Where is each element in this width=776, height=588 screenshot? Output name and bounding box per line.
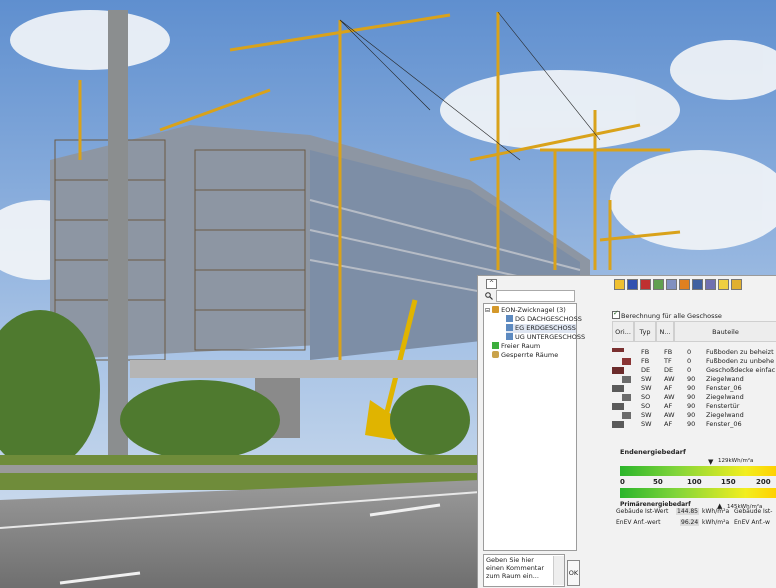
col-header-typ[interactable]: Typ bbox=[634, 321, 656, 342]
tree-locked-rooms[interactable]: Gesperrte Räume bbox=[492, 351, 558, 360]
table-row[interactable]: SO AW 90 Ziegelwand bbox=[612, 393, 776, 402]
col-header-ori[interactable]: Ori... bbox=[612, 321, 634, 342]
table-row[interactable]: FB FB 0 Fußboden zu beheizt bbox=[612, 348, 776, 357]
screenshot: ^ ⊟ EON-Zwicknagel (3) DG DACHGESCHOSS E… bbox=[0, 0, 776, 588]
component-icon bbox=[622, 376, 631, 383]
component-icon bbox=[622, 412, 631, 419]
comment-scrollbar[interactable] bbox=[553, 556, 564, 585]
gebaeude-value: 144.85 bbox=[676, 508, 699, 515]
toolbar-button-1[interactable] bbox=[614, 279, 625, 290]
gebaeude-label-2: Gebäude Ist- bbox=[734, 508, 773, 515]
energy-demand-title: Endenergiebedarf bbox=[620, 448, 686, 456]
all-floors-checkbox[interactable]: Berechnung für alle Geschosse bbox=[612, 309, 722, 320]
collapse-icon[interactable]: ^ bbox=[486, 279, 497, 289]
gebaeude-unit: kWh/m²a bbox=[702, 508, 730, 515]
search-icon bbox=[485, 292, 493, 300]
enev-label: EnEV Anf.-wert bbox=[616, 519, 661, 526]
tree-floor-ug[interactable]: UG UNTERGESCHOSS bbox=[506, 333, 585, 342]
component-icon bbox=[612, 421, 624, 428]
toolbar-button-6[interactable] bbox=[679, 279, 690, 290]
tree-floor-dg[interactable]: DG DACHGESCHOSS bbox=[506, 315, 582, 324]
table-row[interactable]: DE DE 0 Geschoßdecke einfac bbox=[612, 366, 776, 375]
floor-icon bbox=[506, 324, 513, 331]
room-tree-pane: ^ ⊟ EON-Zwicknagel (3) DG DACHGESCHOSS E… bbox=[483, 276, 585, 588]
component-icon bbox=[612, 367, 624, 374]
component-icon bbox=[622, 358, 631, 365]
ok-button[interactable]: OK bbox=[567, 560, 580, 586]
table-row[interactable]: SW AF 90 Fenster_06 bbox=[612, 420, 776, 429]
lock-icon bbox=[492, 351, 499, 358]
marker-top-label: 129kWh/m²a bbox=[718, 458, 754, 464]
green-square-icon bbox=[492, 342, 499, 349]
component-icon bbox=[612, 403, 624, 410]
tree-root-item[interactable]: ⊟ EON-Zwicknagel (3) bbox=[485, 306, 566, 315]
toolbar-button-8[interactable] bbox=[705, 279, 716, 290]
energy-bar-bottom bbox=[620, 488, 776, 498]
table-row[interactable]: FB TF 0 Fußboden zu unbehe bbox=[612, 357, 776, 366]
tree-floor-eg[interactable]: EG ERDGESCHOSS bbox=[506, 324, 576, 333]
col-header-bauteile[interactable]: Bauteile bbox=[674, 321, 776, 342]
toolbar-button-10[interactable] bbox=[731, 279, 742, 290]
component-icon bbox=[612, 385, 624, 392]
marker-down-icon: ▼ bbox=[708, 458, 714, 466]
toolbar-button-4[interactable] bbox=[653, 279, 664, 290]
toolbar-button-9[interactable] bbox=[718, 279, 729, 290]
energy-scale: 0 50 100 150 200 bbox=[620, 478, 771, 486]
checkbox-icon[interactable] bbox=[612, 309, 620, 319]
building-icon bbox=[492, 306, 500, 313]
energy-bar-top bbox=[620, 466, 776, 476]
room-tree: ⊟ EON-Zwicknagel (3) DG DACHGESCHOSS EG … bbox=[483, 303, 585, 551]
table-row[interactable]: SW AW 90 Ziegelwand bbox=[612, 411, 776, 420]
toolbar-button-2[interactable] bbox=[627, 279, 638, 290]
toolbar-button-3[interactable] bbox=[640, 279, 651, 290]
primary-energy-title: Primärenergiebedarf bbox=[620, 501, 691, 508]
gebaeude-label: Gebäude Ist-Wert bbox=[616, 508, 669, 515]
comment-field[interactable]: Geben Sie hier einen Kommentar zum Raum … bbox=[483, 554, 565, 587]
toolbar-button-5[interactable] bbox=[666, 279, 677, 290]
floor-icon bbox=[506, 315, 513, 322]
toolbar-button-7[interactable] bbox=[692, 279, 703, 290]
energy-software-panel: ^ ⊟ EON-Zwicknagel (3) DG DACHGESCHOSS E… bbox=[477, 275, 776, 588]
enev-value: 96.24 bbox=[680, 519, 700, 526]
tree-free-space[interactable]: Freier Raum bbox=[492, 342, 540, 351]
floor-icon bbox=[506, 333, 513, 340]
enev-label-2: EnEV Anf.-w bbox=[734, 519, 770, 526]
enev-unit: kWh/m²a bbox=[702, 519, 730, 526]
col-header-n[interactable]: N... bbox=[656, 321, 674, 342]
table-row[interactable]: SO AF 90 Fenstertür bbox=[612, 402, 776, 411]
table-row[interactable]: SW AF 90 Fenster_06 bbox=[612, 384, 776, 393]
energy-meter: 129kWh/m²a ▼ 0 50 100 150 200 ▲ 145kWh/m… bbox=[620, 458, 776, 510]
calculation-pane: Berechnung für alle Geschosse Ori... Typ… bbox=[580, 276, 776, 588]
component-icon bbox=[612, 348, 624, 352]
search-input[interactable] bbox=[496, 290, 575, 302]
component-icon bbox=[622, 394, 631, 401]
table-row[interactable]: SW AW 90 Ziegelwand bbox=[612, 375, 776, 384]
